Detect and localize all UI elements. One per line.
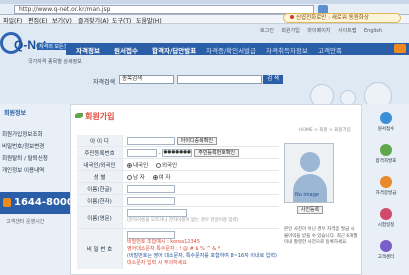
sidebar-item-withdraw[interactable]: 회원탈퇴 / 탈퇴신청	[2, 154, 48, 162]
url-input[interactable]: http://www.q-net.or.kr/man.jsp	[14, 5, 314, 14]
ssn-check-button[interactable]: 주민등록번호확인	[194, 149, 240, 157]
name-en-row: 이름(영문) (한자이름을 모르거나 한자이름이 없는 경우 한글이름 입력)	[77, 207, 279, 229]
name-kr-row: 이름(한글)	[77, 183, 279, 195]
search-label: 자격검색	[93, 79, 116, 86]
alert-dot-icon	[290, 15, 294, 19]
sidebar-item-privacy[interactable]: 개인정보 이용내역	[2, 166, 44, 174]
english-link[interactable]: English	[364, 28, 382, 34]
photo-upload-button[interactable]: 사진등록	[297, 206, 323, 214]
name-hanja-input[interactable]	[127, 197, 175, 205]
nav-application[interactable]: 원서접수	[114, 45, 138, 55]
callcenter-number: 1644-8000	[14, 197, 74, 208]
quick-menu: 원서접수 합격자발표 자격증발급 시험일정 고객센터	[362, 104, 409, 275]
nationality-row: 내국인/외국인 내국인 외국인	[77, 159, 279, 171]
card-icon	[380, 176, 392, 188]
ssn-back-input[interactable]: ●●●●●●●	[162, 149, 193, 157]
utility-links: 로그인 회원가입 마이페이지 사이트맵 English	[260, 27, 388, 34]
quick-item-support[interactable]: 고객센터	[370, 240, 402, 268]
headset-icon	[380, 240, 392, 252]
foreign-radio[interactable]	[155, 163, 161, 168]
male-radio[interactable]	[127, 175, 132, 180]
quick-item-certificate[interactable]: 자격증발급	[370, 176, 402, 204]
photo-placeholder: No image	[284, 143, 334, 203]
name-en-input[interactable]	[127, 209, 187, 217]
site-logo[interactable]: Q-Net 자격의 모든것	[0, 30, 71, 58]
callcenter-hours: 고객센터 운영시간	[6, 219, 45, 225]
id-row: 아 이 디 아이디중복확인	[77, 135, 279, 147]
main-nav: 자격정보 원서접수 합격자/답안발표 자격증/확인서발급 자격취득자정보 고객만…	[66, 43, 409, 55]
password-row: 비 밀 번 호 비밀번호 조합예시 : korea12345 영어대소문자 특수…	[77, 229, 279, 269]
password-input[interactable]	[127, 231, 175, 239]
name-kr-input[interactable]	[127, 185, 175, 193]
quick-item-results[interactable]: 합격자발표	[370, 144, 402, 172]
clipboard-icon	[380, 112, 392, 124]
domestic-radio[interactable]	[127, 163, 132, 168]
search-category-select[interactable]: 종목검색	[119, 75, 174, 84]
password-rules: 비밀번호 조합예시 : korea12345 영어대소문자 특수문자 : ! @…	[127, 239, 277, 266]
photo-note: 본인 사진이 아닌 경우 자격증 발급 시 불이익을 받을 수 있습니다. 최근…	[284, 227, 358, 245]
mypage-link[interactable]: 마이페이지	[307, 28, 330, 34]
login-link[interactable]: 로그인	[260, 28, 274, 34]
nav-search-icon[interactable]	[394, 44, 406, 53]
nav-certificate[interactable]: 자격증/확인서발급	[206, 45, 256, 55]
female-radio[interactable]	[152, 175, 158, 180]
ssn-front-input[interactable]	[127, 149, 157, 157]
quick-item-schedule[interactable]: 시험일정	[370, 208, 402, 236]
nav-results[interactable]: 합격자/답안발표	[152, 45, 196, 55]
name-en-hint: (한자이름을 모르거나 한자이름이 없는 경우 한글이름 입력)	[127, 218, 239, 223]
quick-item-application[interactable]: 원서접수	[370, 112, 402, 140]
person-head-icon	[300, 152, 320, 172]
breadcrumb: HOME > 회원 > 회원가입	[299, 128, 351, 133]
id-input[interactable]	[127, 137, 175, 145]
nav-holder-info[interactable]: 자격취득자정보	[266, 45, 308, 55]
sync-status-badge[interactable]: 신엽전화로만 : 새로워 동원화상	[283, 13, 401, 23]
left-sidebar: 회원정보 회원가입정보조회 비밀번호/정보변경 회원탈퇴 / 탈퇴신청 개인정보…	[0, 104, 74, 275]
no-image-caption: No image	[295, 192, 319, 198]
sitemap-link[interactable]: 사이트맵	[338, 28, 356, 34]
join-link[interactable]: 회원가입	[281, 28, 299, 34]
gender-row: 성 별 남 자 여 자	[77, 171, 279, 183]
id-check-button[interactable]: 아이디중복확인	[176, 137, 217, 145]
header-greeting: 국가자격 종목별 상세정보	[28, 59, 82, 65]
leaf-icon	[75, 113, 83, 118]
page-title: 회원가입	[85, 112, 115, 121]
sidebar-item-change[interactable]: 비밀번호/정보변경	[2, 142, 44, 150]
phone-icon	[3, 198, 11, 207]
nav-qualification-info[interactable]: 자격정보	[76, 45, 100, 55]
trophy-icon	[380, 144, 392, 156]
main-content: 회원가입 HOME > 회원 > 회원가입 아 이 디 아이디중복확인 주민등록…	[70, 104, 362, 275]
calendar-icon	[380, 208, 392, 220]
ssn-row: 주민등록번호 - ●●●●●●● 주민등록번호확인	[77, 147, 279, 159]
nav-customer[interactable]: 고객만족	[318, 45, 342, 55]
sidebar-item-lookup[interactable]: 회원가입정보조회	[2, 130, 42, 138]
search-button[interactable]: 검 색	[263, 75, 283, 84]
name-hanja-row: 이름(한자)	[77, 195, 279, 207]
sidebar-title: 회원정보	[4, 110, 27, 117]
search-input[interactable]	[177, 75, 262, 84]
callcenter-banner[interactable]: 1644-8000	[0, 192, 74, 214]
